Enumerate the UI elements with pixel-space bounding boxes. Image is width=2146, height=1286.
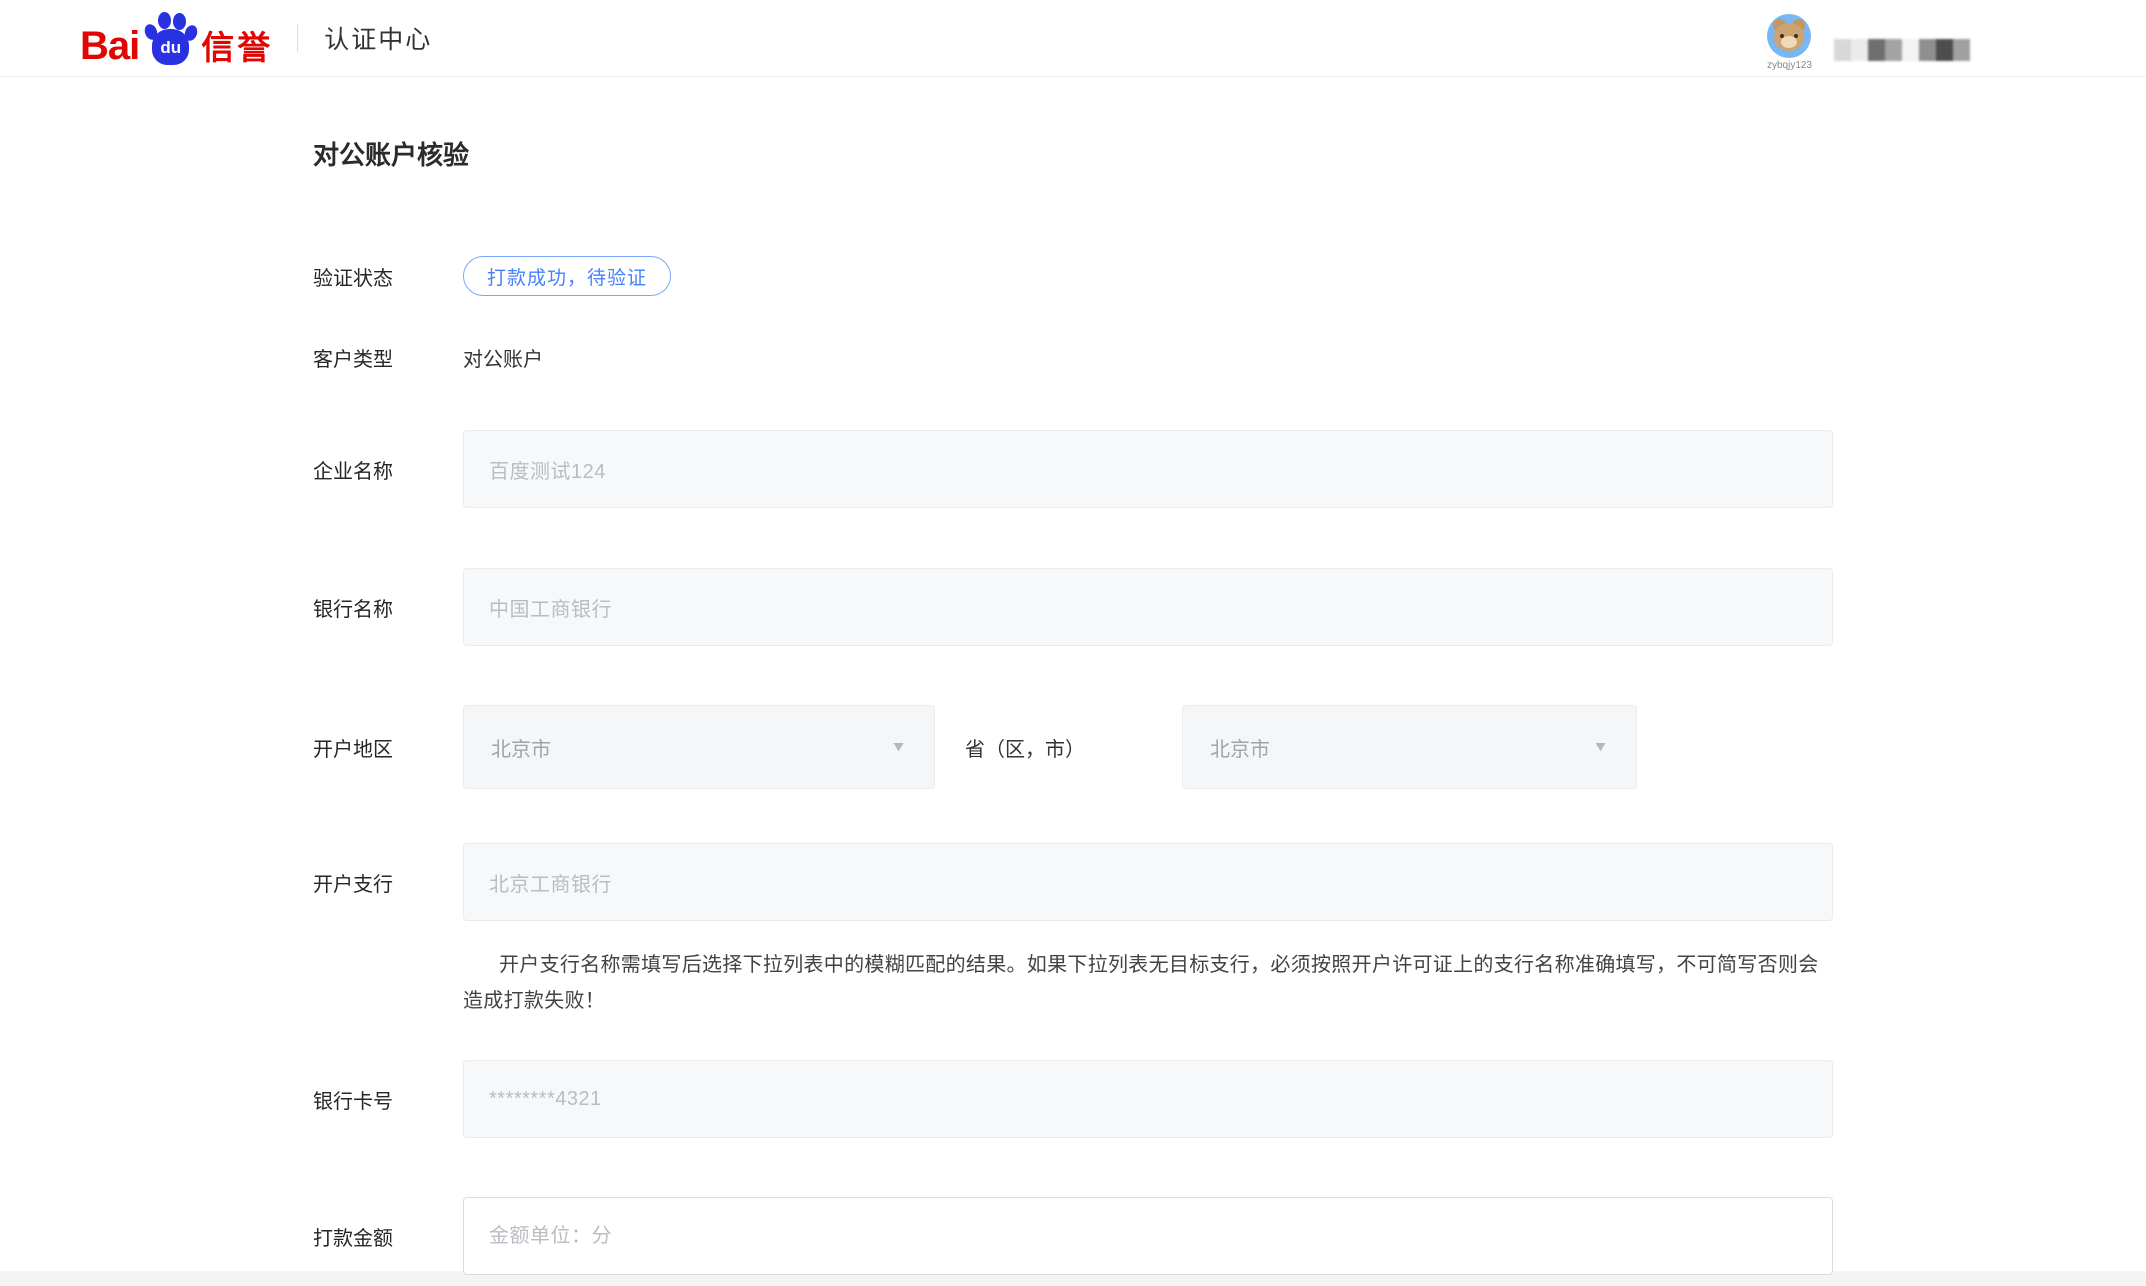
bank-name-row: 银行名称 [313,568,1833,646]
avatar-bear-icon [1767,14,1811,58]
username-label: zybqjy123 [1767,60,1812,71]
logo-text-bai: Bai [80,26,139,66]
status-badge: 打款成功，待验证 [463,256,671,296]
company-name-row: 企业名称 [313,430,1833,508]
region-label: 开户地区 [313,733,463,762]
company-name-input[interactable] [463,430,1833,508]
card-number-input[interactable] [463,1060,1833,1138]
verification-status-row: 验证状态 打款成功，待验证 [313,256,1833,296]
customer-type-value: 对公账户 [463,343,543,372]
city-select[interactable]: 北京市 ▼ [1182,705,1637,789]
chevron-down-icon: ▼ [1592,739,1609,755]
app-title: 认证中心 [324,20,432,56]
top-header: Bai du 信誉 认证中心 zybqjy123 [0,0,2146,77]
branch-note-row: 开户支行名称需填写后选择下拉列表中的模糊匹配的结果。如果下拉列表无目标支行，必须… [313,947,1833,1019]
branch-label: 开户支行 [313,868,463,897]
branch-row: 开户支行 [313,843,1833,921]
status-label: 验证状态 [313,262,463,291]
redacted-account-name [1834,39,1970,61]
user-avatar[interactable]: zybqjy123 [1767,14,1812,71]
payment-amount-label: 打款金额 [313,1222,463,1251]
branch-note-text: 开户支行名称需填写后选择下拉列表中的模糊匹配的结果。如果下拉列表无目标支行，必须… [463,947,1833,1019]
logo-text-du: du [160,39,181,56]
logo-text-xinyu: 信誉 [201,31,273,64]
province-select[interactable]: 北京市 ▼ [463,705,935,789]
account-region-row: 开户地区 北京市 ▼ 省（区，市） 北京市 ▼ [313,705,1833,789]
payment-amount-input[interactable] [463,1197,1833,1275]
company-name-label: 企业名称 [313,455,463,484]
city-select-value: 北京市 [1210,733,1270,762]
payment-amount-row: 打款金额 [313,1197,1833,1275]
customer-type-label: 客户类型 [313,343,463,372]
bank-name-input[interactable] [463,568,1833,646]
page-title: 对公账户核验 [313,140,1833,170]
card-number-label: 银行卡号 [313,1085,463,1114]
chevron-down-icon: ▼ [890,739,907,755]
region-hint-label: 省（区，市） [965,733,1085,762]
bank-card-row: 银行卡号 [313,1060,1833,1138]
customer-type-row: 客户类型 对公账户 [313,345,1833,369]
bank-name-label: 银行名称 [313,593,463,622]
header-divider [297,24,298,52]
province-select-value: 北京市 [491,733,551,762]
baidu-xinyu-logo[interactable]: Bai du 信誉 [80,10,273,66]
baidu-paw-icon: du [141,10,199,68]
branch-input[interactable] [463,843,1833,921]
